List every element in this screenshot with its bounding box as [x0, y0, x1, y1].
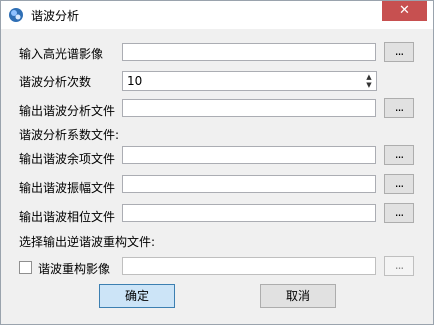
reconstruct-image-browse-button[interactable]: ...	[384, 256, 414, 276]
harmonic-order-stepper[interactable]: 10 ▲ ▼	[122, 71, 377, 91]
window-title: 谐波分析	[31, 9, 80, 23]
title-bar: 谐波分析 ✕	[1, 1, 433, 29]
input-hyperspectral-label: 输入高光谱影像	[19, 47, 104, 61]
spin-up-icon[interactable]: ▲	[364, 73, 374, 81]
coefficient-section-label: 谐波分析系数文件:	[19, 128, 120, 142]
output-cosine-field[interactable]	[122, 146, 376, 164]
output-cosine-label: 输出谐波余项文件	[19, 152, 116, 166]
input-hyperspectral-browse-button[interactable]: ...	[384, 42, 414, 62]
reconstruct-section-label: 选择输出逆谐波重构文件:	[19, 235, 156, 249]
output-cosine-browse-button[interactable]: ...	[384, 145, 414, 165]
reconstruct-checkbox[interactable]	[19, 261, 32, 274]
output-amplitude-field[interactable]	[122, 175, 376, 193]
output-analysis-label: 输出谐波分析文件	[19, 104, 116, 118]
input-hyperspectral-field[interactable]	[122, 43, 376, 61]
output-analysis-browse-button[interactable]: ...	[384, 98, 414, 118]
output-phase-label: 输出谐波相位文件	[19, 210, 116, 224]
reconstruct-image-field[interactable]	[122, 257, 376, 275]
output-amplitude-label: 输出谐波振幅文件	[19, 181, 116, 195]
dialog-body: 输入高光谱影像 ... 谐波分析次数 10 ▲ ▼ 输出谐波分析文件 ... 谐…	[1, 30, 433, 324]
harmonic-order-value[interactable]: 10	[127, 74, 142, 88]
close-button[interactable]: ✕	[382, 1, 427, 21]
output-amplitude-browse-button[interactable]: ...	[384, 174, 414, 194]
output-phase-browse-button[interactable]: ...	[384, 203, 414, 223]
app-icon	[9, 8, 23, 22]
output-phase-field[interactable]	[122, 204, 376, 222]
harmonic-order-label: 谐波分析次数	[19, 75, 92, 89]
reconstruct-image-label: 谐波重构影像	[38, 262, 111, 276]
ok-button[interactable]: 确定	[99, 284, 175, 308]
output-analysis-field[interactable]	[122, 99, 376, 117]
harmonic-analysis-dialog: 谐波分析 ✕ 输入高光谱影像 ... 谐波分析次数 10 ▲ ▼ 输出谐波分析文…	[0, 0, 434, 325]
cancel-button[interactable]: 取消	[260, 284, 336, 308]
spin-down-icon[interactable]: ▼	[364, 81, 374, 89]
